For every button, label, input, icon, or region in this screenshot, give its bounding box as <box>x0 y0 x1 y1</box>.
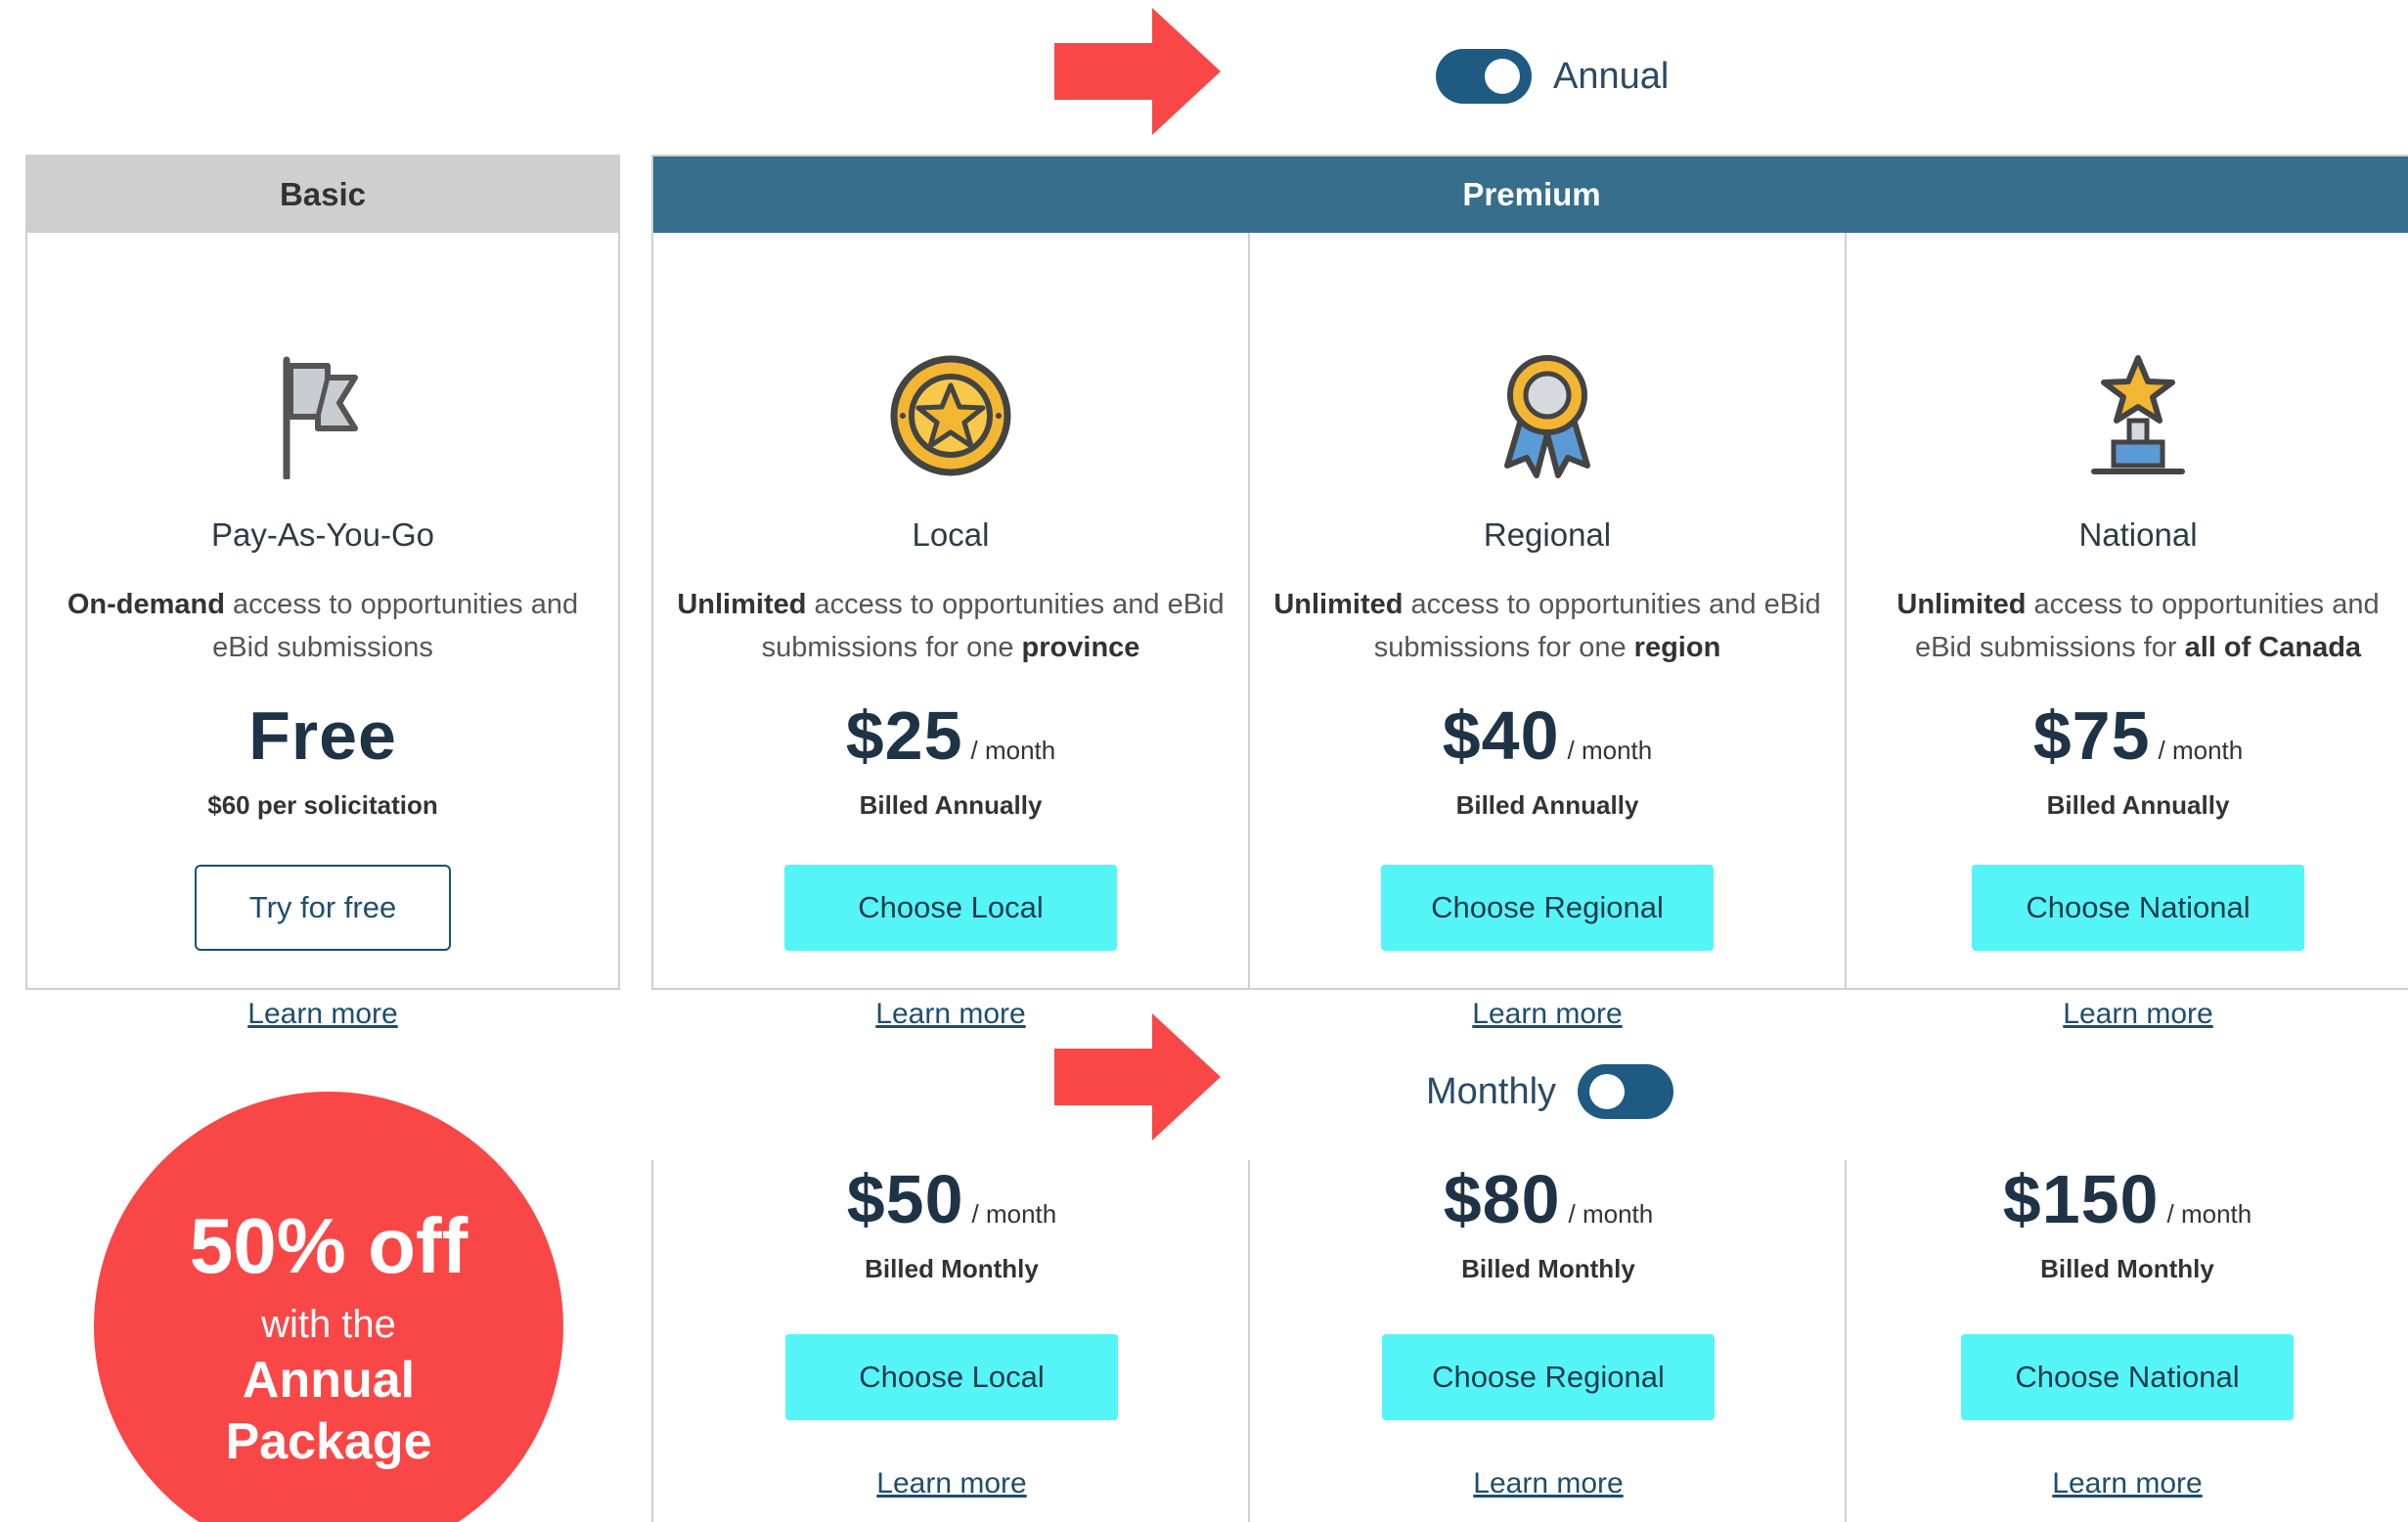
plan-name: National <box>2078 516 2198 553</box>
plan-card-national: National Unlimited access to opportuniti… <box>1845 233 2408 1030</box>
price-note: $60 per solicitation <box>207 790 438 820</box>
discount-badge: 50% off with the Annual Package <box>94 1092 563 1522</box>
billed-annually: Billed Annually <box>859 790 1043 820</box>
monthly-card-regional: $80/ month Billed Monthly Choose Regiona… <box>1248 1160 1847 1522</box>
billed-monthly: Billed Monthly <box>2040 1254 2214 1283</box>
plan-description: Unlimited access to opportunities and eB… <box>1273 589 1821 663</box>
price: $150/ month <box>2002 1161 2252 1237</box>
monthly-card-national: $150/ month Billed Monthly Choose Nation… <box>1845 1160 2408 1522</box>
monthly-toggle-group[interactable]: Monthly <box>1426 1064 1674 1119</box>
basic-panel: Basic Pay-As-You-Go On-demand access to … <box>25 155 620 1030</box>
billed-annually: Billed Annually <box>1455 790 1639 820</box>
monthly-card-local: $50/ month Billed Monthly Choose Local L… <box>651 1160 1250 1522</box>
plan-name: Local <box>912 516 990 553</box>
price: $40/ month <box>1442 697 1653 774</box>
badge-with-the: with the <box>261 1303 396 1346</box>
basic-header: Basic <box>27 157 618 233</box>
choose-regional-button[interactable]: Choose Regional <box>1381 865 1714 951</box>
learn-more-link[interactable]: Learn more <box>653 1467 1250 1500</box>
badge-package: Package <box>225 1413 432 1470</box>
price: $80/ month <box>1443 1161 1654 1237</box>
learn-more-link[interactable]: Learn more <box>1250 1467 1847 1500</box>
choose-local-button[interactable]: Choose Local <box>784 865 1117 951</box>
price: $50/ month <box>846 1161 1057 1237</box>
annual-toggle-label: Annual <box>1553 55 1670 97</box>
monthly-toggle-switch[interactable] <box>1578 1064 1674 1119</box>
price: Free <box>248 697 397 774</box>
plan-name: Regional <box>1483 516 1612 553</box>
premium-panel: Premium Local Unlimited access to opport… <box>651 155 2408 1030</box>
badge-annual: Annual <box>242 1352 416 1409</box>
billed-monthly: Billed Monthly <box>1461 1254 1635 1283</box>
billed-monthly: Billed Monthly <box>865 1254 1039 1283</box>
arrow-right-icon <box>1054 8 1221 135</box>
learn-more-link[interactable]: Learn more <box>27 998 618 1031</box>
ribbon-award-icon <box>1484 352 1611 479</box>
try-for-free-button[interactable]: Try for free <box>195 865 451 951</box>
annual-toggle-switch[interactable] <box>1436 49 1532 104</box>
plan-description: Unlimited access to opportunities and eB… <box>677 589 1225 663</box>
trophy-icon <box>2074 352 2202 479</box>
plan-name: Pay-As-You-Go <box>210 516 435 553</box>
choose-local-button[interactable]: Choose Local <box>785 1334 1118 1420</box>
annual-toggle-group[interactable]: Annual <box>1436 49 1669 104</box>
plan-card-local: Local Unlimited access to opportunities … <box>653 233 1248 1030</box>
choose-national-button[interactable]: Choose National <box>1972 865 2304 951</box>
choose-national-button[interactable]: Choose National <box>1961 1334 2294 1420</box>
star-medal-icon <box>887 352 1014 479</box>
billed-annually: Billed Annually <box>2046 790 2230 820</box>
plan-description: On-demand access to opportunities and eB… <box>67 589 579 663</box>
badge-discount: 50% off <box>189 1202 468 1289</box>
learn-more-link[interactable]: Learn more <box>1847 1467 2408 1500</box>
flag-icon <box>259 352 386 479</box>
price: $25/ month <box>845 697 1056 774</box>
arrow-right-icon <box>1054 1013 1221 1141</box>
price: $75/ month <box>2032 697 2244 774</box>
plan-card-regional: Regional Unlimited access to opportuniti… <box>1248 233 1845 1030</box>
plan-description: Unlimited access to opportunities and eB… <box>1896 589 2380 663</box>
premium-header: Premium <box>653 157 2408 233</box>
choose-regional-button[interactable]: Choose Regional <box>1382 1334 1715 1420</box>
learn-more-link[interactable]: Learn more <box>1847 998 2408 1031</box>
monthly-toggle-label: Monthly <box>1426 1070 1557 1112</box>
learn-more-link[interactable]: Learn more <box>1250 998 1845 1031</box>
